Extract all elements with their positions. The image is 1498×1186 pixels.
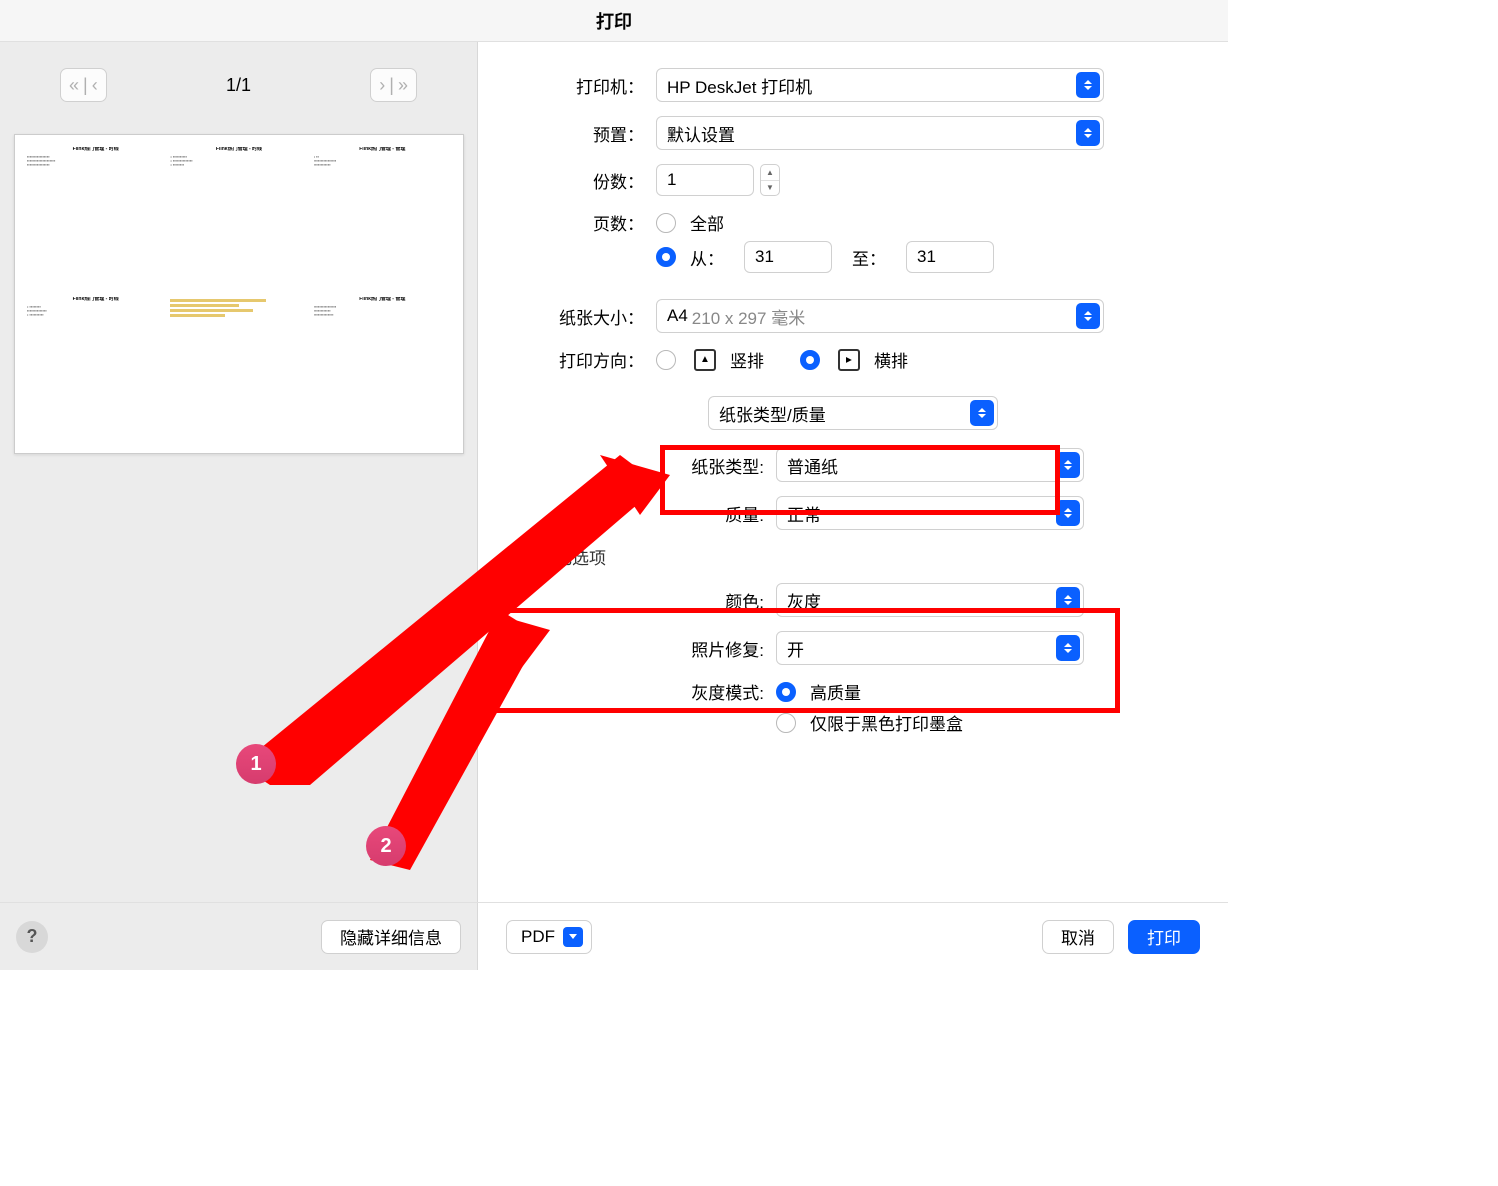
paper-type-label: 纸张类型: (508, 453, 776, 478)
annotation-callout-1: 1 (236, 744, 276, 784)
to-page-input[interactable] (906, 241, 994, 273)
pages-all-label: 全部 (690, 210, 724, 235)
pdf-button[interactable]: PDF (506, 920, 592, 954)
updown-icon (1056, 587, 1080, 613)
updown-icon (1056, 500, 1080, 526)
color-select[interactable]: 灰度 (776, 583, 1084, 617)
paper-type-value: 普通纸 (787, 453, 838, 478)
settings-pane: 打印机： HP DeskJet 打印机 预置： 默认设置 份数： ▲ ▼ (478, 42, 1228, 902)
updown-icon (1056, 452, 1080, 478)
portrait-label: 竖排 (730, 347, 764, 372)
from-page-input[interactable] (744, 241, 832, 273)
color-section-label: 颜色选项 (538, 544, 606, 569)
landscape-icon: ▲ (838, 349, 860, 371)
updown-icon (1076, 72, 1100, 98)
preset-label: 预置： (508, 121, 656, 146)
gray-high-radio[interactable] (776, 682, 796, 702)
preset-select[interactable]: 默认设置 (656, 116, 1104, 150)
section-value: 纸张类型/质量 (719, 401, 826, 426)
paper-type-select[interactable]: 普通纸 (776, 448, 1084, 482)
copies-stepper[interactable]: ▲ ▼ (760, 164, 780, 196)
prev-page-buttons[interactable]: « | ‹ (60, 68, 107, 102)
cancel-button[interactable]: 取消 (1042, 920, 1114, 954)
page-indicator: 1/1 (226, 75, 251, 96)
pages-all-radio[interactable] (656, 213, 676, 233)
gray-black-only-label: 仅限于黑色打印墨盒 (810, 710, 963, 735)
section-select[interactable]: 纸张类型/质量 (708, 396, 998, 430)
updown-icon (1076, 303, 1100, 329)
landscape-label: 横排 (874, 347, 908, 372)
prev-page-icon: ‹ (92, 75, 98, 96)
landscape-radio[interactable] (800, 350, 820, 370)
to-label: 至： (852, 245, 886, 270)
chevron-down-icon (563, 927, 583, 947)
quality-select[interactable]: 正常 (776, 496, 1084, 530)
printer-label: 打印机： (508, 73, 656, 98)
print-preview: Flink热门管理 - 时线▪▪▪▪▪▪▪▪▪▪▪▪▪▪▪▪▪▪▪▪▪▪▪▪▪▪… (14, 134, 464, 454)
annotation-callout-2: 2 (366, 826, 406, 866)
next-page-icon: › (379, 75, 385, 96)
window-title: 打印 (0, 0, 1228, 42)
pages-range-radio[interactable] (656, 247, 676, 267)
quality-value: 正常 (787, 501, 821, 526)
stepper-up-icon: ▲ (761, 165, 779, 181)
photo-fix-label: 照片修复: (508, 636, 776, 661)
stepper-down-icon: ▼ (761, 181, 779, 196)
next-page-buttons[interactable]: › | » (370, 68, 417, 102)
help-icon: ? (27, 926, 38, 947)
first-page-icon: « (69, 75, 79, 96)
color-value: 灰度 (787, 588, 821, 613)
printer-value: HP DeskJet 打印机 (667, 73, 812, 98)
photo-fix-select[interactable]: 开 (776, 631, 1084, 665)
gray-black-only-radio[interactable] (776, 713, 796, 733)
portrait-radio[interactable] (656, 350, 676, 370)
from-label: 从： (690, 245, 724, 270)
hide-details-button[interactable]: 隐藏详细信息 (321, 920, 461, 954)
orientation-label: 打印方向： (508, 347, 656, 372)
footer: ? 隐藏详细信息 PDF 取消 打印 (0, 902, 1228, 970)
photo-fix-value: 开 (787, 636, 804, 661)
portrait-icon: ▲ (694, 349, 716, 371)
quality-label: 质量: (508, 501, 776, 526)
paper-size-select[interactable]: A4 210 x 297 毫米 (656, 299, 1104, 333)
title-text: 打印 (596, 8, 632, 34)
pages-label: 页数： (508, 210, 656, 235)
paper-size-value: A4 (667, 306, 688, 326)
paper-size-label: 纸张大小： (508, 304, 656, 329)
gray-high-label: 高质量 (810, 679, 861, 704)
color-label: 颜色: (508, 588, 776, 613)
preset-value: 默认设置 (667, 121, 735, 146)
gray-mode-label: 灰度模式: (508, 679, 776, 704)
print-button[interactable]: 打印 (1128, 920, 1200, 954)
updown-icon (1056, 635, 1080, 661)
help-button[interactable]: ? (16, 921, 48, 953)
last-page-icon: » (398, 75, 408, 96)
updown-icon (1076, 120, 1100, 146)
paper-size-sub: 210 x 297 毫米 (692, 304, 805, 329)
color-section-header[interactable]: ▾ 颜色选项 (528, 544, 1198, 569)
updown-icon (970, 400, 994, 426)
copies-label: 份数： (508, 168, 656, 193)
copies-input[interactable] (656, 164, 754, 196)
printer-select[interactable]: HP DeskJet 打印机 (656, 68, 1104, 102)
chevron-down-icon: ▾ (528, 550, 534, 564)
